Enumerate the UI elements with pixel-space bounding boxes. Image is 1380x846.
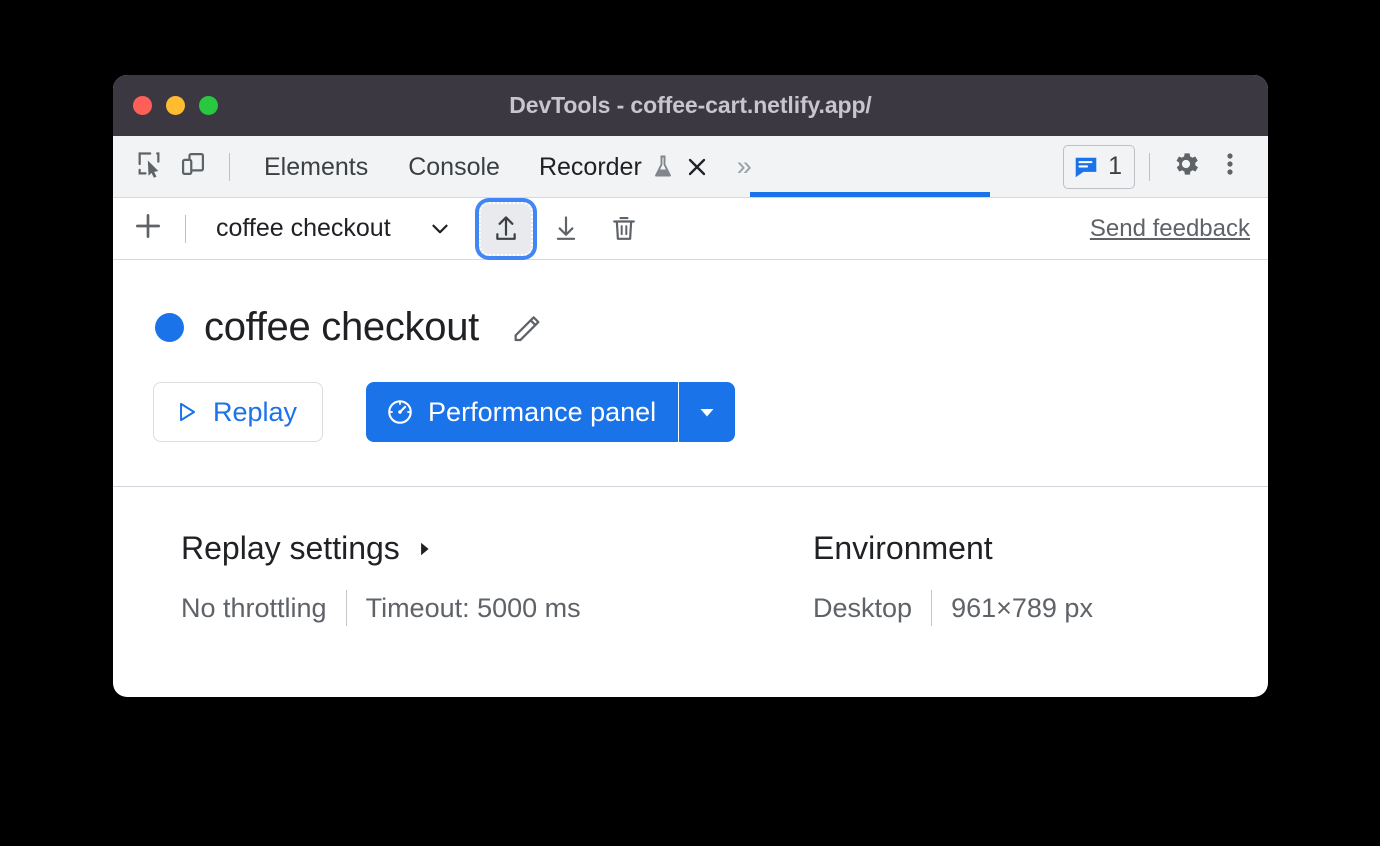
upload-arrow-icon [492, 214, 520, 244]
three-dot-menu-icon [1217, 150, 1243, 183]
tabbar-divider-right [1149, 152, 1150, 181]
minimize-window-button[interactable] [166, 96, 185, 115]
device-toolbar-button[interactable] [171, 145, 215, 189]
add-recording-button[interactable] [125, 206, 171, 252]
environment-section: Environment Desktop 961×789 px [813, 530, 1093, 626]
export-recording-button[interactable] [541, 204, 591, 254]
window-title: DevTools - coffee-cart.netlify.app/ [509, 92, 872, 118]
recording-actions: Replay Performance panel [113, 350, 1268, 442]
recorder-body: coffee checkout Replay Performance panel… [113, 260, 1268, 626]
tab-elements[interactable]: Elements [244, 136, 388, 198]
viewport-value: 961×789 px [951, 592, 1093, 623]
chevron-down-icon [427, 216, 453, 242]
main-menu-button[interactable] [1208, 145, 1252, 189]
pencil-icon [510, 311, 544, 345]
devtools-window: DevTools - coffee-cart.netlify.app/ Elem… [113, 75, 1268, 697]
close-icon[interactable] [686, 156, 708, 178]
performance-panel-button[interactable]: Performance panel [366, 382, 679, 442]
tabbar-divider-left [229, 152, 230, 181]
tabbar-right-group: 1 [1063, 144, 1252, 189]
performance-dropdown-button[interactable] [679, 382, 736, 442]
device-toolbar-icon [179, 150, 207, 183]
tab-console[interactable]: Console [388, 136, 520, 198]
recording-title: coffee checkout [204, 305, 479, 349]
recording-selector-label: coffee checkout [216, 214, 391, 242]
issues-message-icon [1073, 154, 1099, 180]
caret-right-icon [414, 539, 434, 559]
recording-status-dot [155, 313, 184, 342]
replay-settings-label: Replay settings [181, 530, 400, 566]
send-feedback-link[interactable]: Send feedback [1090, 215, 1250, 243]
replay-button[interactable]: Replay [153, 382, 324, 442]
devtools-tab-bar: Elements Console Recorder » 1 [113, 136, 1268, 198]
speedometer-icon [386, 398, 414, 426]
performance-button-group: Performance panel [366, 382, 736, 442]
device-value: Desktop [813, 592, 913, 623]
recorder-toolbar-actions [478, 201, 649, 256]
close-window-button[interactable] [133, 96, 152, 115]
traffic-lights [133, 96, 218, 115]
recorder-toolbar-divider [185, 214, 186, 243]
trash-icon [610, 214, 638, 244]
value-separator [931, 590, 933, 626]
environment-label: Environment [813, 530, 993, 566]
environment-values: Desktop 961×789 px [813, 590, 1093, 626]
caret-down-icon [695, 400, 719, 424]
issues-badge[interactable]: 1 [1063, 144, 1135, 189]
recorder-toolbar: coffee checkout Send feedback [113, 198, 1268, 260]
play-triangle-icon [174, 399, 200, 425]
tab-recorder-label: Recorder [538, 152, 642, 181]
timeout-value: Timeout: 5000 ms [365, 592, 581, 623]
recording-header: coffee checkout [113, 260, 1268, 350]
tab-recorder[interactable]: Recorder [520, 136, 723, 198]
edit-title-button[interactable] [507, 308, 547, 348]
active-tab-underline [750, 192, 990, 197]
replay-settings-section: Replay settings No throttling Timeout: 5… [113, 530, 813, 626]
throttling-value: No throttling [181, 592, 327, 623]
more-tabs-button[interactable]: » [723, 153, 766, 180]
import-recording-button[interactable] [478, 201, 533, 256]
performance-panel-label: Performance panel [428, 396, 657, 427]
zoom-window-button[interactable] [199, 96, 218, 115]
download-arrow-icon [552, 214, 580, 244]
settings-button[interactable] [1164, 145, 1208, 189]
settings-area: Replay settings No throttling Timeout: 5… [113, 487, 1268, 626]
issues-count: 1 [1108, 152, 1122, 180]
replay-button-label: Replay [213, 396, 298, 427]
replay-settings-heading[interactable]: Replay settings [181, 530, 813, 567]
flask-icon [651, 154, 675, 180]
recording-selector[interactable]: coffee checkout [208, 210, 461, 247]
plus-icon [132, 210, 164, 247]
window-title-bar: DevTools - coffee-cart.netlify.app/ [113, 75, 1268, 136]
replay-settings-values: No throttling Timeout: 5000 ms [181, 590, 813, 626]
gear-icon [1171, 149, 1201, 184]
delete-recording-button[interactable] [599, 204, 649, 254]
value-separator [345, 590, 347, 626]
environment-heading: Environment [813, 530, 1093, 567]
inspect-element-icon [135, 150, 163, 183]
inspect-element-button[interactable] [127, 145, 171, 189]
